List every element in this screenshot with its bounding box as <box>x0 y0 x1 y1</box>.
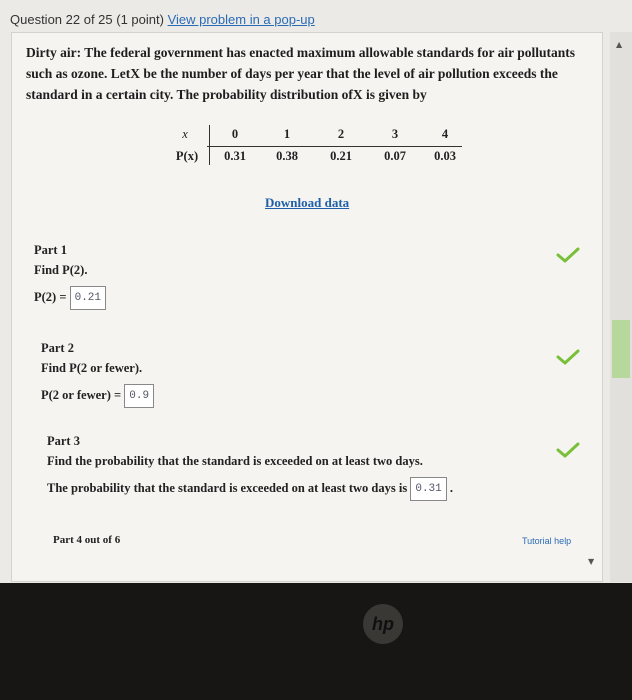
scrollbar-thumb[interactable] <box>612 320 630 378</box>
browser-screen: Question 22 of 25 (1 point) View problem… <box>0 0 632 583</box>
x-value: 4 <box>441 127 449 141</box>
p-value: 0.31 <box>224 149 246 163</box>
problem-intro: Dirty air: The federal government has en… <box>26 45 575 102</box>
answer-label: P(2) = <box>34 289 67 304</box>
answer-label: The probability that the standard is exc… <box>47 480 408 495</box>
laptop-bezel <box>0 583 632 700</box>
part-3: Part 3 Find the probability that the sta… <box>47 431 453 501</box>
question-header: Question 22 of 25 (1 point) View problem… <box>10 12 315 27</box>
x-value: 3 <box>391 127 399 141</box>
part-4: Part 4 out of 6 <box>53 530 120 550</box>
checkmark-icon <box>556 442 580 458</box>
checkmark-icon <box>556 349 580 365</box>
p-header: P(x) <box>175 149 199 163</box>
answer-suffix: . <box>449 480 453 495</box>
scrollbar[interactable] <box>610 32 632 582</box>
table-row-x: x 0 1 2 3 4 <box>167 124 462 146</box>
part-title: Part 2 <box>41 341 74 355</box>
part-prompt: Find the probability that the standard i… <box>47 454 423 468</box>
scroll-down-arrow-icon[interactable]: ▼ <box>588 557 594 566</box>
scroll-up-arrow-icon[interactable]: ▲ <box>616 40 622 49</box>
p-value: 0.38 <box>276 149 298 163</box>
question-status: Question 22 of 25 (1 point) <box>10 12 164 27</box>
p-value: 0.03 <box>434 149 456 163</box>
x-header: x <box>182 127 188 141</box>
part-title: Part 4 out of 6 <box>53 534 121 546</box>
answer-input[interactable]: 0.9 <box>124 384 155 408</box>
download-data-link[interactable]: Download data <box>265 195 349 211</box>
x-value: 0 <box>231 127 239 141</box>
answer-input[interactable]: 0.21 <box>69 286 106 310</box>
part-title: Part 3 <box>47 434 80 448</box>
answer-label: P(2 or fewer) = <box>41 387 122 402</box>
tutorial-help-link[interactable]: Tutorial help <box>522 536 571 546</box>
answer-input[interactable]: 0.31 <box>410 477 447 501</box>
checkmark-icon <box>556 247 580 263</box>
p-value: 0.21 <box>330 149 352 163</box>
part-2: Part 2 Find P(2 or fewer). P(2 or fewer)… <box>41 338 155 408</box>
part-prompt: Find P(2). <box>34 263 88 277</box>
part-title: Part 1 <box>34 243 67 257</box>
popup-link[interactable]: View problem in a pop-up <box>168 12 315 27</box>
x-value: 2 <box>337 127 345 141</box>
table-row-p: P(x) 0.31 0.38 0.21 0.07 0.03 <box>167 146 462 168</box>
problem-card: Dirty air: The federal government has en… <box>11 32 603 582</box>
x-value: 1 <box>283 127 291 141</box>
p-value: 0.07 <box>384 149 406 163</box>
part-prompt: Find P(2 or fewer). <box>41 361 143 375</box>
part-1: Part 1 Find P(2). P(2) = 0.21 <box>34 240 106 310</box>
hp-logo: hp <box>363 604 403 644</box>
